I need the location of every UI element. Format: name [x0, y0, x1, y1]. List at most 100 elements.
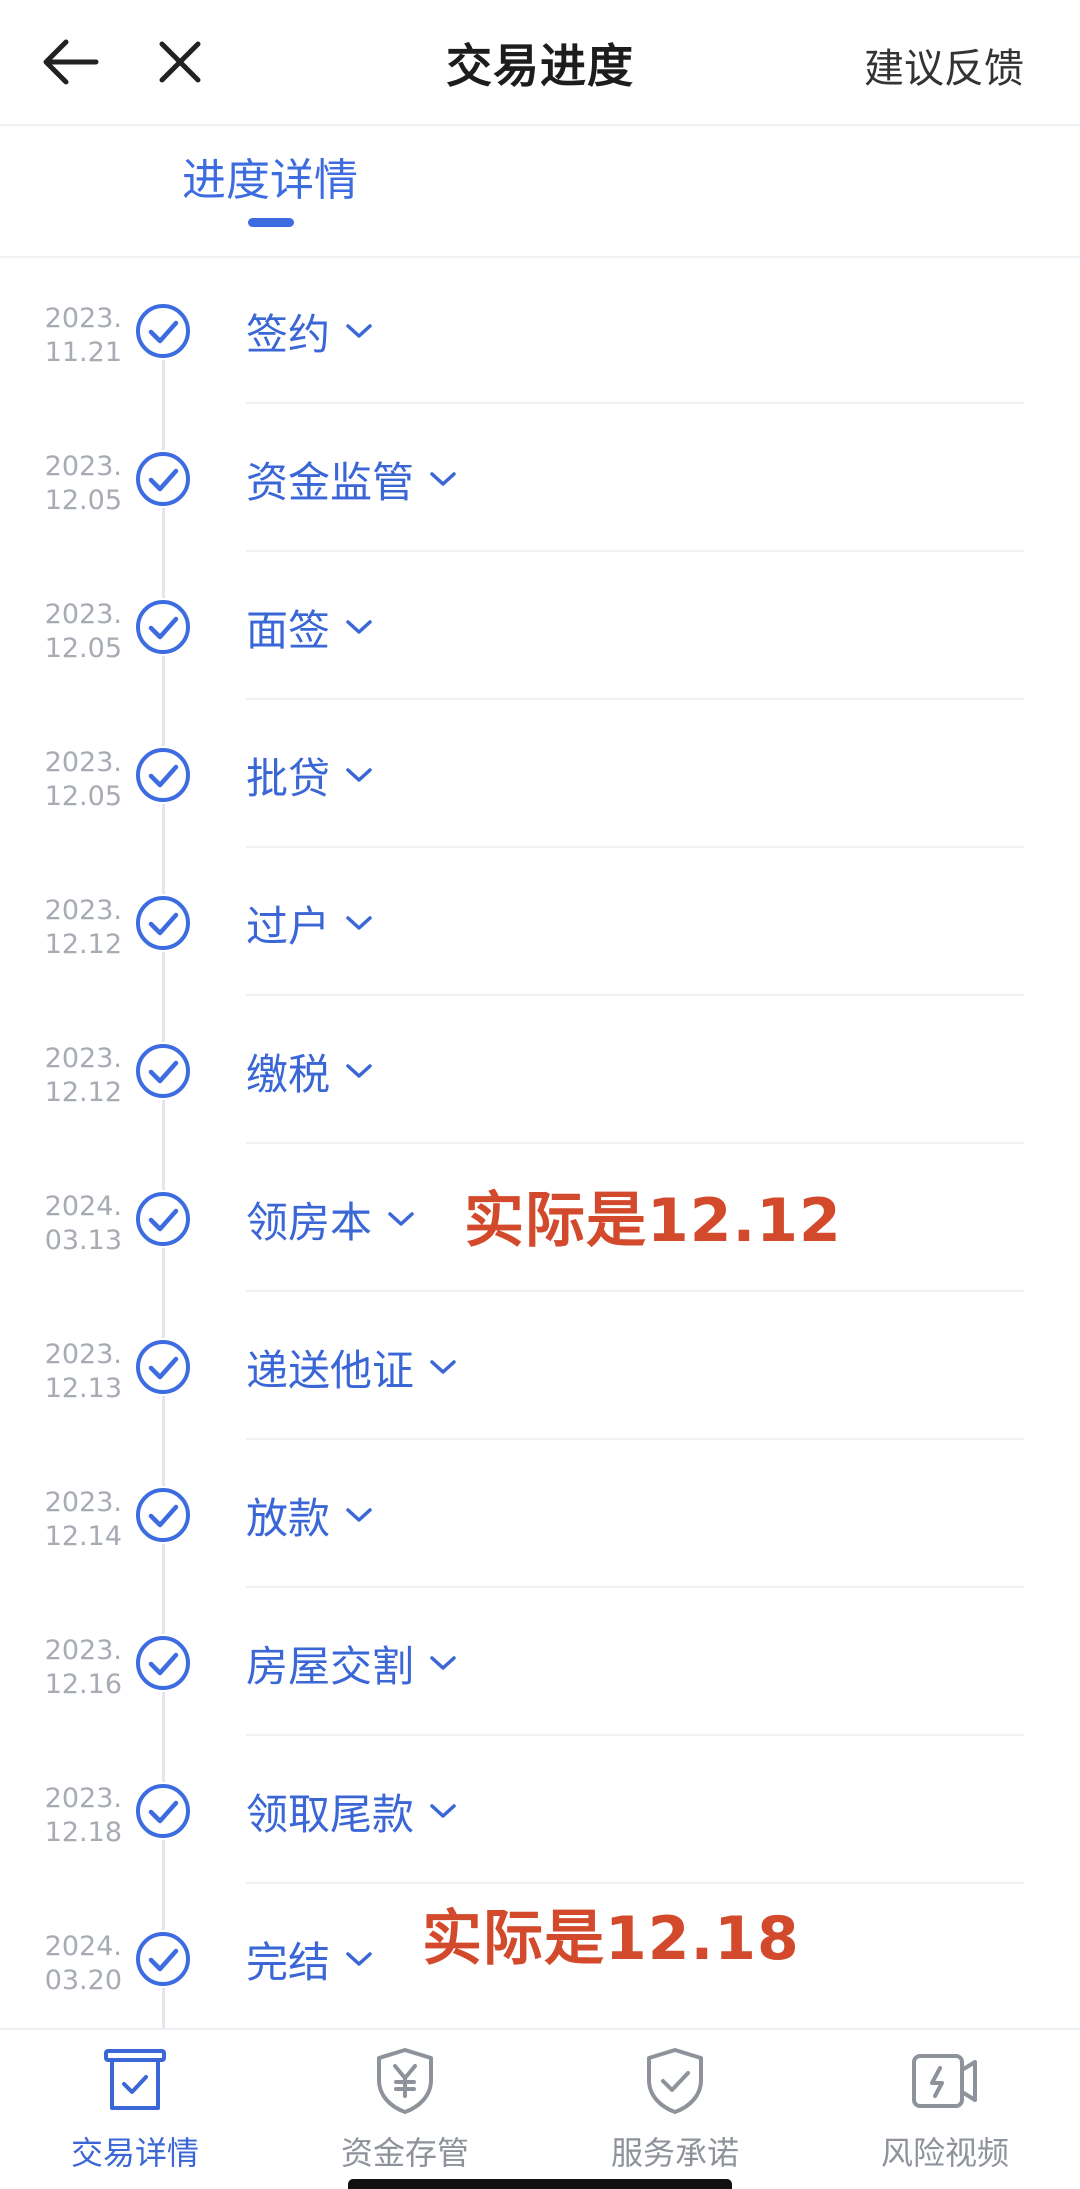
timeline-step-toggle[interactable]: 签约 [246, 302, 374, 360]
timeline-date-day: 12.14 [44, 1521, 122, 1552]
timeline-date-day: 12.12 [44, 929, 122, 960]
timeline-date-year: 2023. [44, 451, 122, 482]
timeline-step-toggle[interactable]: 资金监管 [246, 450, 458, 508]
check-circle-icon [134, 1338, 192, 1396]
timeline-step-label: 过户 [246, 901, 331, 951]
check-circle-icon [134, 598, 192, 656]
timeline-step-toggle[interactable]: 完结 [246, 1930, 374, 1988]
timeline-date: 2024. 03.13 [20, 1190, 122, 1258]
chevron-down-icon [428, 1653, 458, 1673]
tab-active-indicator [248, 218, 294, 227]
timeline-step-toggle[interactable]: 缴税 [246, 1042, 374, 1100]
timeline-item: 2023. 12.05 资金监管 [0, 404, 1080, 552]
timeline-step-toggle[interactable]: 领取尾款 [246, 1782, 458, 1840]
timeline-date: 2023. 12.05 [20, 746, 122, 814]
timeline-step-label: 批贷 [246, 753, 331, 803]
nav-service-promise[interactable]: 服务承诺 [540, 2044, 810, 2174]
tab-progress-details[interactable]: 进度详情 [182, 144, 358, 208]
chevron-down-icon [344, 1949, 374, 1969]
timeline-date: 2023. 12.12 [20, 1042, 122, 1110]
handwritten-annotation: 实际是12.18 [422, 1904, 800, 1974]
tab-bar: 进度详情 [0, 124, 1080, 258]
chevron-down-icon [344, 1061, 374, 1081]
timeline-item: 2023. 12.05 面签 [0, 552, 1080, 700]
timeline-date: 2024. 03.20 [20, 1930, 122, 1998]
chevron-down-icon [386, 1209, 416, 1229]
timeline-date-year: 2024. [44, 1191, 122, 1222]
timeline-date-day: 12.16 [44, 1669, 122, 1700]
timeline-step-toggle[interactable]: 房屋交割 [246, 1634, 458, 1692]
nav-label: 资金存管 [340, 2134, 469, 2172]
check-circle-icon [134, 302, 192, 360]
video-alert-icon [912, 2054, 977, 2108]
nav-label: 风险视频 [880, 2134, 1009, 2172]
timeline-date-year: 2023. [44, 1487, 122, 1518]
back-button[interactable] [30, 26, 110, 98]
yuan-shield-icon [377, 2048, 433, 2114]
timeline-date-year: 2023. [44, 599, 122, 630]
timeline-date: 2023. 12.18 [20, 1782, 122, 1850]
timeline-date-day: 12.12 [44, 1077, 122, 1108]
chevron-down-icon [344, 765, 374, 785]
timeline-step-label: 完结 [246, 1937, 331, 1987]
chevron-down-icon [344, 321, 374, 341]
check-circle-icon [134, 1486, 192, 1544]
timeline-step-label: 缴税 [246, 1049, 331, 1099]
chevron-down-icon [344, 617, 374, 637]
timeline-step-toggle[interactable]: 批贷 [246, 746, 374, 804]
check-circle-icon [134, 450, 192, 508]
close-button[interactable] [140, 26, 220, 98]
timeline-item: 2023. 12.12 过户 [0, 848, 1080, 996]
handwritten-annotation: 实际是12.12 [464, 1186, 842, 1256]
chevron-down-icon [428, 1801, 458, 1821]
timeline-date: 2023. 12.05 [20, 450, 122, 518]
timeline-date-day: 12.05 [44, 781, 122, 812]
timeline-step-label: 领取尾款 [246, 1789, 415, 1839]
timeline-date-year: 2023. [44, 1339, 122, 1370]
progress-timeline: 2023. 11.21 签约 2023. 12.05 资金监管 2023. 12.05 面签 20… [0, 256, 1080, 2028]
timeline-item: 2023. 12.05 批贷 [0, 700, 1080, 848]
arrow-left-icon [43, 39, 99, 85]
timeline-step-toggle[interactable]: 面签 [246, 598, 374, 656]
nav-fund-custody[interactable]: 资金存管 [270, 2044, 540, 2174]
timeline-item: 2023. 12.14 放款 [0, 1440, 1080, 1588]
timeline-date-year: 2024. [44, 1931, 122, 1962]
timeline-step-label: 面签 [246, 605, 331, 655]
timeline-step-label: 资金监管 [246, 457, 415, 507]
timeline-date: 2023. 12.16 [20, 1634, 122, 1702]
timeline-step-toggle[interactable]: 递送他证 [246, 1338, 458, 1396]
timeline-step-label: 放款 [246, 1493, 331, 1543]
timeline-step-label: 房屋交割 [246, 1641, 415, 1691]
feedback-button[interactable]: 建议反馈 [864, 36, 1024, 94]
timeline-step-toggle[interactable]: 领房本 [246, 1190, 416, 1248]
timeline-date-day: 12.13 [44, 1373, 122, 1404]
timeline-step-label: 递送他证 [246, 1345, 415, 1395]
chevron-down-icon [344, 913, 374, 933]
timeline-date: 2023. 12.05 [20, 598, 122, 666]
timeline-step-label: 领房本 [246, 1197, 373, 1247]
check-circle-icon [134, 1634, 192, 1692]
timeline-item: 2024. 03.13 领房本 实际是12.12 [0, 1144, 1080, 1292]
timeline-step-toggle[interactable]: 过户 [246, 894, 374, 952]
timeline-step-toggle[interactable]: 放款 [246, 1486, 374, 1544]
timeline-item: 2023. 12.12 缴税 [0, 996, 1080, 1144]
timeline-date: 2023. 12.12 [20, 894, 122, 962]
timeline-date-day: 12.05 [44, 633, 122, 664]
timeline-item: 2023. 12.13 递送他证 [0, 1292, 1080, 1440]
nav-label: 交易详情 [70, 2134, 199, 2172]
timeline-date: 2023. 12.13 [20, 1338, 122, 1406]
timeline-date-day: 12.18 [44, 1817, 122, 1848]
timeline-date-year: 2023. [44, 747, 122, 778]
timeline-date-year: 2023. [44, 1043, 122, 1074]
check-circle-icon [134, 746, 192, 804]
receipt-box-icon [104, 2049, 166, 2110]
timeline-date-day: 03.20 [44, 1965, 122, 1996]
nav-risk-video[interactable]: 风险视频 [810, 2044, 1080, 2174]
nav-trade-details[interactable]: 交易详情 [0, 2044, 270, 2174]
timeline-date-year: 2023. [44, 895, 122, 926]
timeline-date-year: 2023. [44, 303, 122, 334]
timeline-item: 2024. 03.20 完结 实际是12.18 [0, 1884, 1080, 2028]
check-shield-icon [647, 2048, 703, 2114]
check-circle-icon [134, 1782, 192, 1840]
close-icon [159, 41, 201, 83]
